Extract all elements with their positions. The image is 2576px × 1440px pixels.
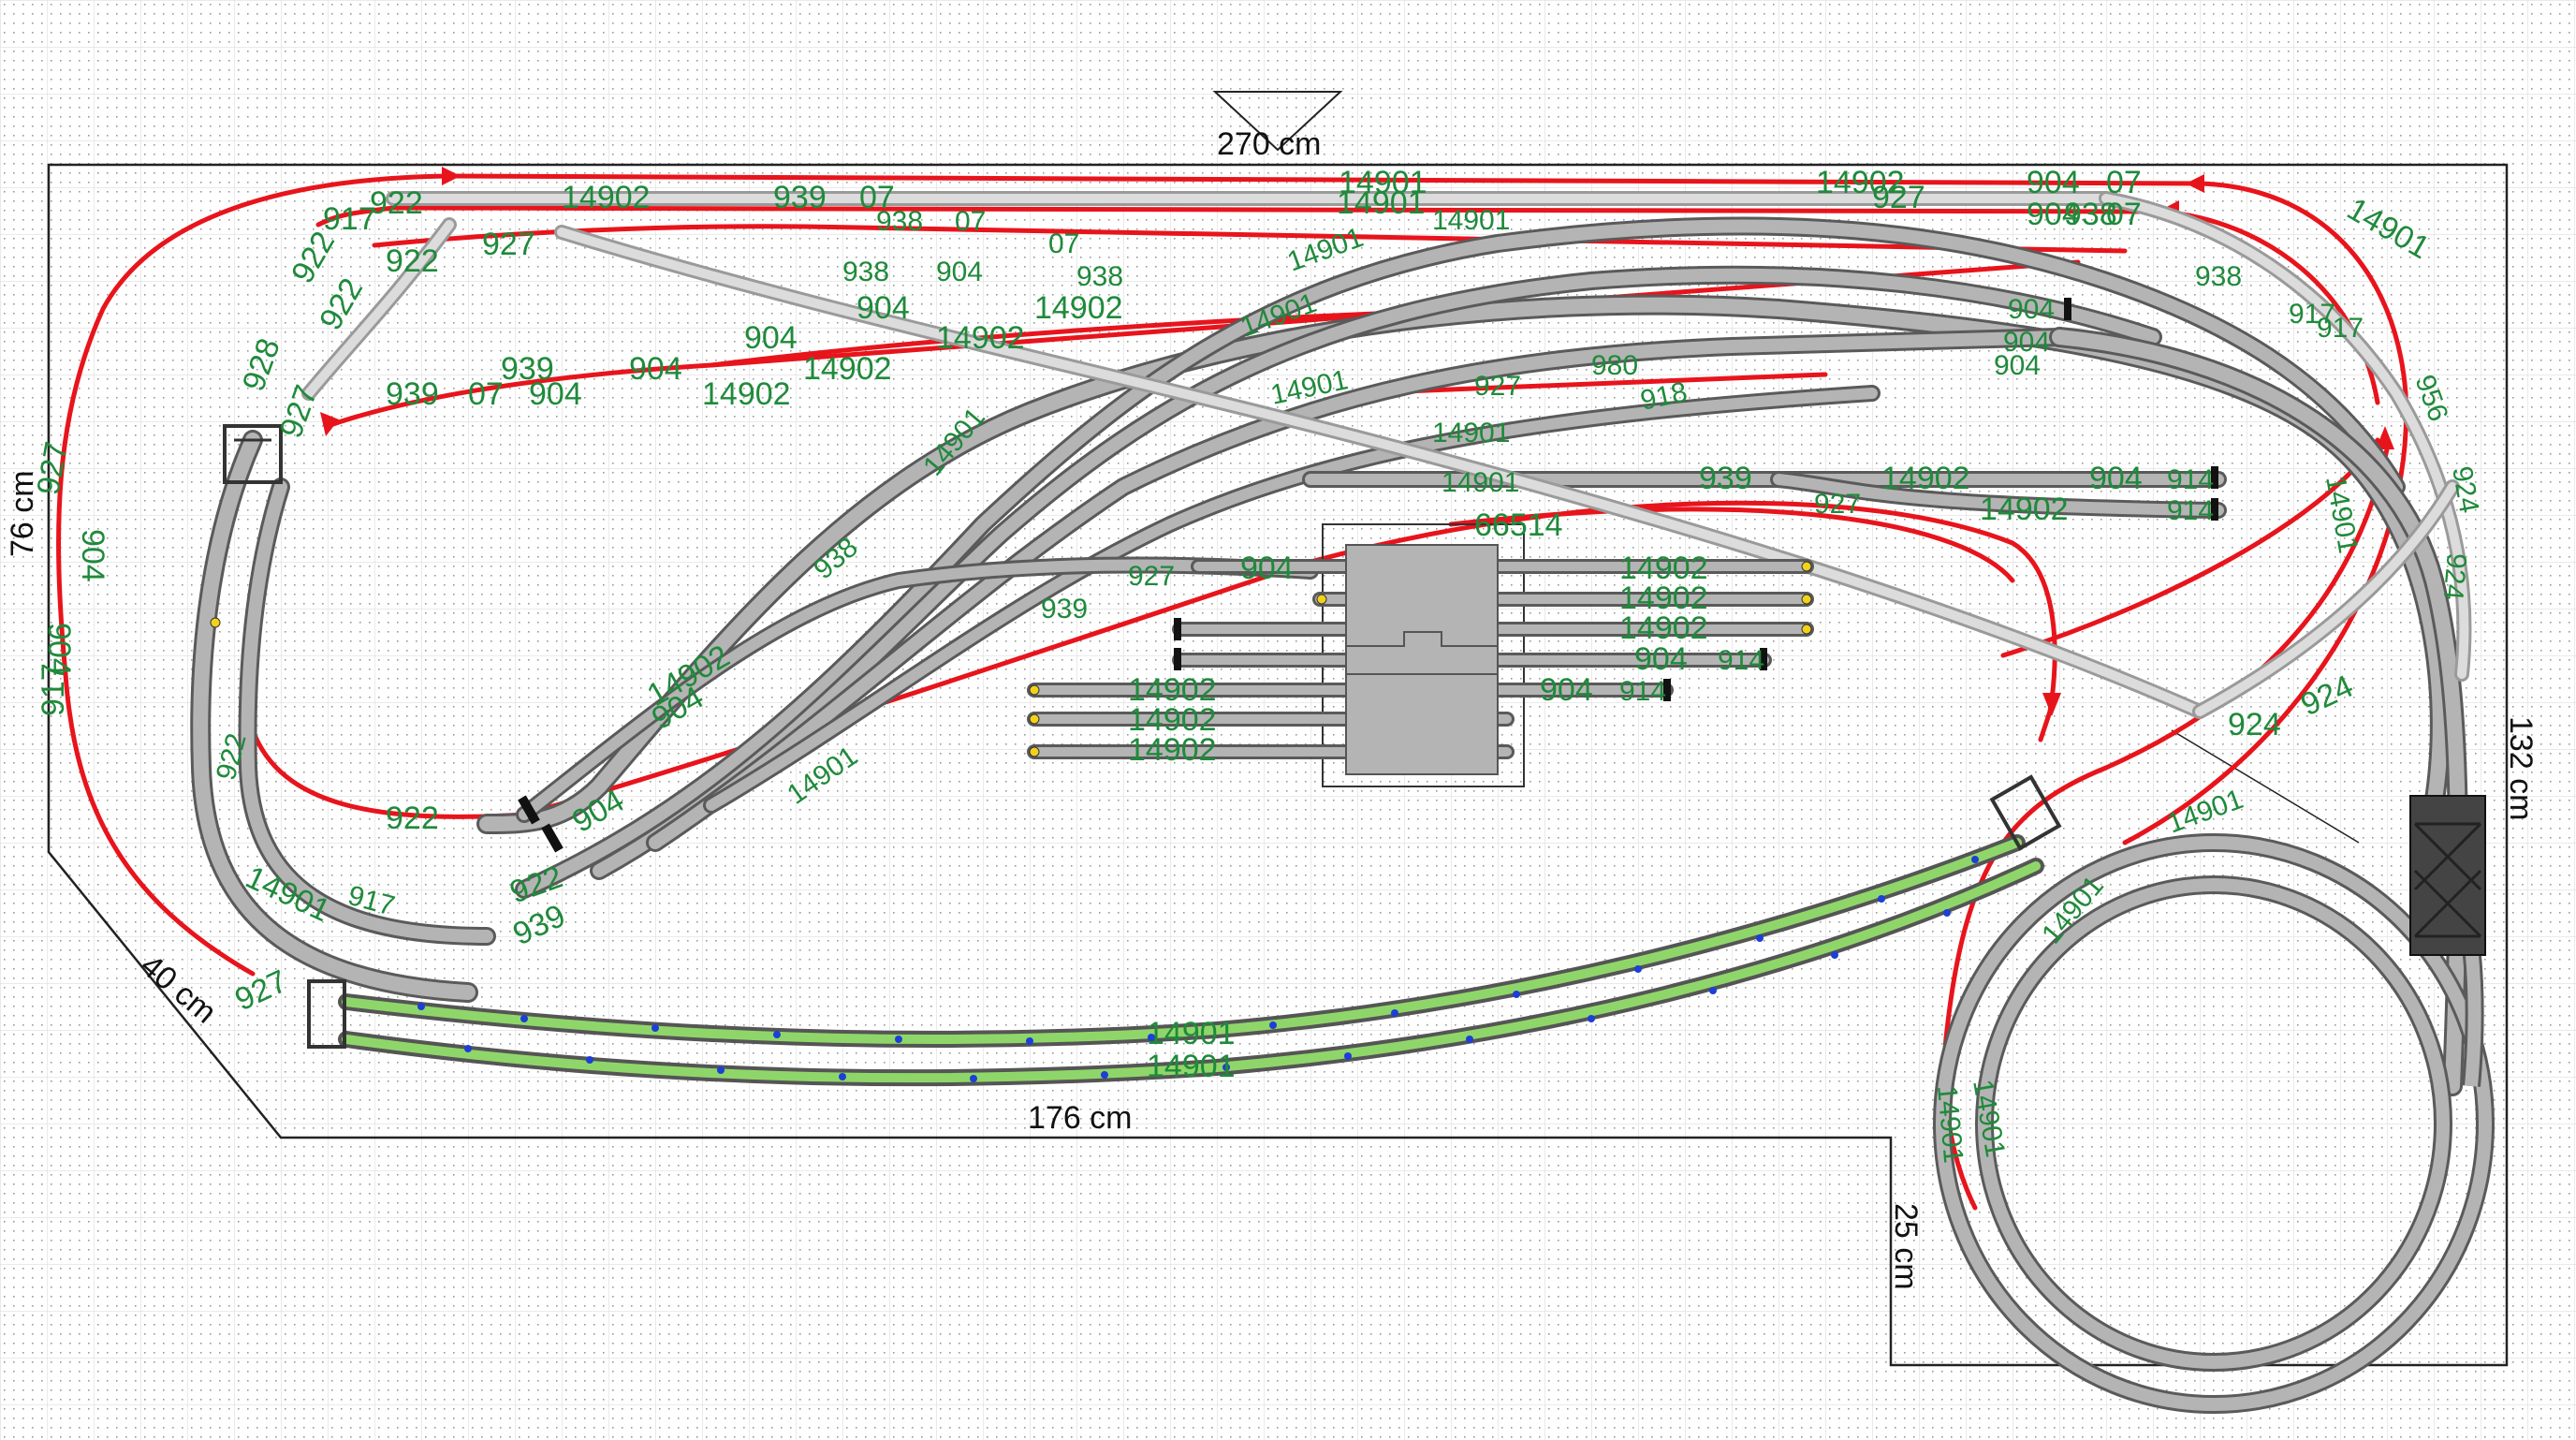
label-cd-13: 904 [2089,461,2143,496]
label-um-0: 938 [842,257,889,287]
label-ll-3: 917 [36,663,71,716]
label-cd-7: 980 [1591,350,1638,381]
label-bt-1: 14901 [1147,1049,1236,1084]
label-yard-5: 914 [1718,645,1764,676]
label-ur-7: 938 [2064,197,2117,232]
label-yard-4: 904 [1634,641,1688,677]
label-ur-1: 938 [2195,261,2242,292]
track-plan-canvas: 14902 939 07 938 07 14901 14901 14902 92… [0,0,2576,1440]
label-um-13: 904 [529,376,582,412]
label-cd-2: 14901 [1432,205,1510,236]
helix-bridge [2409,795,2486,956]
dimension-bottom: 176 cm [1028,1100,1133,1136]
label-cd-14: 914 [2167,464,2214,495]
label-ur-9: 904 [1994,350,2041,381]
label-yard-0: 66514 [1474,507,1563,543]
label-ur-3: 917 [2317,313,2364,344]
dimension-left: 76 cm [5,470,40,557]
label-um-14: 14902 [702,376,791,412]
label-um-4: 904 [856,290,910,326]
label-um-1: 07 [1048,228,1079,259]
label-yard-12: 927 [1128,561,1175,592]
label-um-5: 14902 [1034,290,1123,326]
label-yard-13: 939 [1041,594,1088,624]
label-cd-5: 14901 [1432,418,1510,448]
label-ll-6: 922 [386,801,439,836]
label-cd-10: 939 [1699,461,1752,496]
label-um-11: 939 [386,376,439,412]
label-um-6: 904 [744,320,798,356]
label-top-4: 07 [955,206,986,237]
label-um-3: 938 [1076,261,1123,292]
label-top-0: 14902 [562,180,651,215]
label-bt-2: 924 [2228,707,2281,742]
label-um-7: 14902 [936,320,1025,356]
label-ll-1: 904 [75,529,110,582]
label-yard-7: 914 [1619,676,1666,707]
label-um-9: 904 [629,351,682,387]
dimension-top: 270 cm [1217,126,1322,162]
label-yard-11: 904 [1240,551,1294,586]
label-cd-15: 14902 [1980,492,2069,527]
label-ul-4: 927 [482,227,535,262]
dimension-right: 132 cm [2503,716,2539,821]
label-top-8: 927 [1872,180,1925,215]
label-cd-12: 14902 [1881,461,1970,496]
label-ul-5: 922 [386,243,439,279]
dimension-notch: 25 cm [1888,1203,1924,1290]
label-bt-0: 14901 [1147,1016,1236,1051]
label-top-10: 07 [2106,165,2142,200]
label-ul-0: 917 [323,201,376,237]
label-ur-10: 904 [2008,294,2055,325]
label-um-10: 14902 [803,351,892,387]
label-cd-9: 14901 [1442,467,1519,498]
label-top-6: 14901 [1337,185,1426,221]
label-um-12: 07 [468,376,504,412]
label-cd-16: 914 [2167,495,2214,526]
label-yard-6: 904 [1540,672,1593,708]
label-yard-10: 14902 [1128,732,1217,768]
label-um-2: 904 [936,257,983,287]
label-cd-6: 927 [1474,371,1521,402]
label-ur-6: 924 [2437,551,2472,601]
engine-shed [1345,544,1499,775]
label-ul-1: 922 [370,185,423,221]
label-cd-11: 927 [1814,489,1861,520]
label-top-3: 938 [876,206,923,237]
label-top-9: 904 [2027,165,2080,200]
label-top-1: 939 [773,180,827,215]
